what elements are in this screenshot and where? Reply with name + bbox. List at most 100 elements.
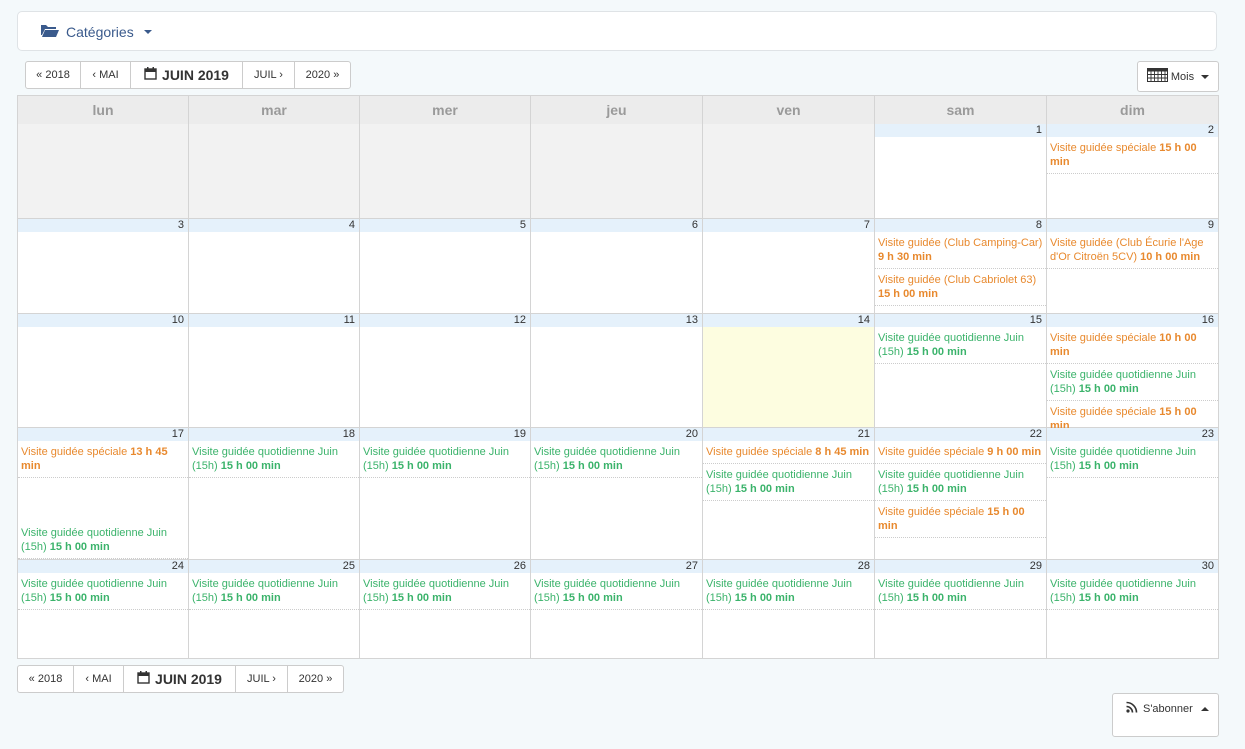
calendar-event[interactable]: Visite guidée quotidienne Juin (15h) 15 …	[1047, 573, 1218, 610]
day-cell-13[interactable]: 13	[531, 314, 703, 427]
calendar-event[interactable]: Visite guidée (Club Camping-Car) 9 h 30 …	[875, 232, 1046, 269]
calendar-event[interactable]: Visite guidée quotidienne Juin (15h) 15 …	[703, 464, 874, 501]
subscribe-dropdown[interactable]: S'abonner	[1112, 693, 1219, 737]
calendar-event[interactable]: Visite guidée spéciale 10 h 00 min	[1047, 327, 1218, 364]
day-cell-21[interactable]: 21 Visite guidée spéciale 8 h 45 min Visit…	[703, 428, 875, 559]
day-number[interactable]: 6	[531, 219, 702, 232]
month-navigation-bottom: « 2018 ‹ MAI JUIN 2019 JUIL › 2020 »	[17, 665, 344, 693]
prev-month-button[interactable]: ‹ MAI	[74, 666, 124, 692]
event-title: Visite guidée spéciale	[1050, 142, 1157, 154]
day-cell-29[interactable]: 29 Visite guidée quotidienne Juin (15h) 1…	[875, 560, 1047, 659]
day-cell-20[interactable]: 20 Visite guidée quotidienne Juin (15h) 1…	[531, 428, 703, 559]
day-cell-26[interactable]: 26 Visite guidée quotidienne Juin (15h) 1…	[360, 560, 531, 659]
next-year-button[interactable]: 2020 »	[295, 62, 350, 88]
next-month-button[interactable]: JUIL ›	[243, 62, 295, 88]
calendar-event[interactable]: Visite guidée quotidienne Juin (15h) 15 …	[531, 573, 702, 610]
day-number[interactable]: 25	[189, 560, 359, 573]
day-cell-8[interactable]: 8 Visite guidée (Club Camping-Car) 9 h 30…	[875, 219, 1047, 313]
day-cell-1[interactable]: 1	[875, 124, 1047, 218]
day-cell-17[interactable]: 17 Visite guidée spéciale 13 h 45 min Visi…	[18, 428, 189, 559]
view-mode-dropdown[interactable]: Mois	[1137, 61, 1219, 92]
current-month-button[interactable]: JUIN 2019	[124, 666, 236, 692]
day-cell-3[interactable]: 3	[18, 219, 189, 313]
day-cell-7[interactable]: 7	[703, 219, 875, 313]
calendar-event[interactable]: Visite guidée quotidienne Juin (15h) 15 …	[703, 573, 874, 610]
day-number[interactable]: 5	[360, 219, 530, 232]
day-cell-23[interactable]: 23 Visite guidée quotidienne Juin (15h) 1…	[1047, 428, 1218, 559]
calendar-event[interactable]: Visite guidée spéciale 13 h 45 min	[18, 441, 188, 478]
day-cell-14[interactable]: 14	[703, 314, 875, 427]
calendar-event[interactable]: Visite guidée quotidienne Juin (15h) 15 …	[189, 441, 359, 478]
calendar-event[interactable]: Visite guidée spéciale 15 h 00 min	[1047, 137, 1218, 174]
day-number[interactable]: 11	[189, 314, 359, 327]
day-number[interactable]: 29	[875, 560, 1046, 573]
day-number[interactable]: 28	[703, 560, 874, 573]
calendar-event[interactable]: Visite guidée quotidienne Juin (15h) 15 …	[875, 573, 1046, 610]
day-cell-19[interactable]: 19 Visite guidée quotidienne Juin (15h) 1…	[360, 428, 531, 559]
day-number[interactable]: 12	[360, 314, 530, 327]
day-cell-9[interactable]: 9 Visite guidée (Club Écurie l'Age d'Or C…	[1047, 219, 1218, 313]
day-cell-30[interactable]: 30 Visite guidée quotidienne Juin (15h) 1…	[1047, 560, 1218, 659]
day-number[interactable]: 14	[703, 314, 874, 327]
day-number[interactable]: 22	[875, 428, 1046, 441]
day-cell-11[interactable]: 11	[189, 314, 360, 427]
day-number[interactable]: 7	[703, 219, 874, 232]
prev-month-button[interactable]: ‹ MAI	[81, 62, 131, 88]
day-cell-15[interactable]: 15 Visite guidée quotidienne Juin (15h) 1…	[875, 314, 1047, 427]
current-month-button[interactable]: JUIN 2019	[131, 62, 243, 88]
prev-year-button[interactable]: « 2018	[26, 62, 81, 88]
day-cell-5[interactable]: 5	[360, 219, 531, 313]
day-number[interactable]: 17	[18, 428, 188, 441]
day-number[interactable]: 30	[1047, 560, 1218, 573]
calendar-event[interactable]: Visite guidée quotidienne Juin (15h) 15 …	[1047, 364, 1218, 401]
day-number[interactable]: 1	[875, 124, 1046, 137]
day-number[interactable]: 20	[531, 428, 702, 441]
calendar-event[interactable]: Visite guidée spéciale 8 h 45 min	[703, 441, 874, 464]
categories-dropdown[interactable]: Catégories	[40, 23, 152, 40]
day-number[interactable]: 2	[1047, 124, 1218, 137]
calendar-event[interactable]: Visite guidée quotidienne Juin (15h) 15 …	[360, 573, 530, 610]
day-number[interactable]: 4	[189, 219, 359, 232]
day-number[interactable]: 16	[1047, 314, 1218, 327]
day-cell-24[interactable]: 24 Visite guidée quotidienne Juin (15h) 1…	[18, 560, 189, 659]
day-number[interactable]: 9	[1047, 219, 1218, 232]
day-number[interactable]: 26	[360, 560, 530, 573]
calendar-event[interactable]: Visite guidée spéciale 9 h 00 min	[875, 441, 1046, 464]
day-cell-10[interactable]: 10	[18, 314, 189, 427]
calendar-event[interactable]: Visite guidée quotidienne Juin (15h) 15 …	[189, 573, 359, 610]
day-cell-4[interactable]: 4	[189, 219, 360, 313]
day-number[interactable]: 19	[360, 428, 530, 441]
next-month-button[interactable]: JUIL ›	[236, 666, 288, 692]
next-year-button[interactable]: 2020 »	[288, 666, 343, 692]
day-cell-18[interactable]: 18 Visite guidée quotidienne Juin (15h) 1…	[189, 428, 360, 559]
calendar-event[interactable]: Visite guidée quotidienne Juin (15h) 15 …	[1047, 441, 1218, 478]
day-number[interactable]: 18	[189, 428, 359, 441]
day-cell-12[interactable]: 12	[360, 314, 531, 427]
day-cell-22[interactable]: 22 Visite guidée spéciale 9 h 00 min Visit…	[875, 428, 1047, 559]
day-number[interactable]: 13	[531, 314, 702, 327]
day-cell-2[interactable]: 2 Visite guidée spéciale 15 h 00 min	[1047, 124, 1218, 218]
day-number[interactable]: 23	[1047, 428, 1218, 441]
calendar-event[interactable]: Visite guidée spéciale 15 h 00 min	[875, 501, 1046, 538]
calendar-event[interactable]: Visite guidée quotidienne Juin (15h) 15 …	[875, 464, 1046, 501]
day-cell-27[interactable]: 27 Visite guidée quotidienne Juin (15h) 1…	[531, 560, 703, 659]
day-number[interactable]: 24	[18, 560, 188, 573]
day-number[interactable]: 27	[531, 560, 702, 573]
calendar-event[interactable]: Visite guidée quotidienne Juin (15h) 15 …	[875, 327, 1046, 364]
calendar-event[interactable]: Visite guidée quotidienne Juin (15h) 15 …	[360, 441, 530, 478]
prev-year-button[interactable]: « 2018	[18, 666, 74, 692]
day-number[interactable]: 3	[18, 219, 188, 232]
calendar-event[interactable]: Visite guidée (Club Cabriolet 63) 15 h 0…	[875, 269, 1046, 306]
day-cell-6[interactable]: 6	[531, 219, 703, 313]
day-cell-25[interactable]: 25 Visite guidée quotidienne Juin (15h) 1…	[189, 560, 360, 659]
calendar-event[interactable]: Visite guidée (Club Écurie l'Age d'Or Ci…	[1047, 232, 1218, 269]
day-number[interactable]: 10	[18, 314, 188, 327]
day-number[interactable]: 15	[875, 314, 1046, 327]
calendar-event[interactable]: Visite guidée quotidienne Juin (15h) 15 …	[531, 441, 702, 478]
day-cell-16[interactable]: 16 Visite guidée spéciale 10 h 00 min Visi…	[1047, 314, 1218, 438]
day-number[interactable]: 8	[875, 219, 1046, 232]
day-number[interactable]: 21	[703, 428, 874, 441]
calendar-event[interactable]: Visite guidée quotidienne Juin (15h) 15 …	[18, 522, 188, 559]
calendar-event[interactable]: Visite guidée quotidienne Juin (15h) 15 …	[18, 573, 188, 610]
day-cell-28[interactable]: 28 Visite guidée quotidienne Juin (15h) 1…	[703, 560, 875, 659]
